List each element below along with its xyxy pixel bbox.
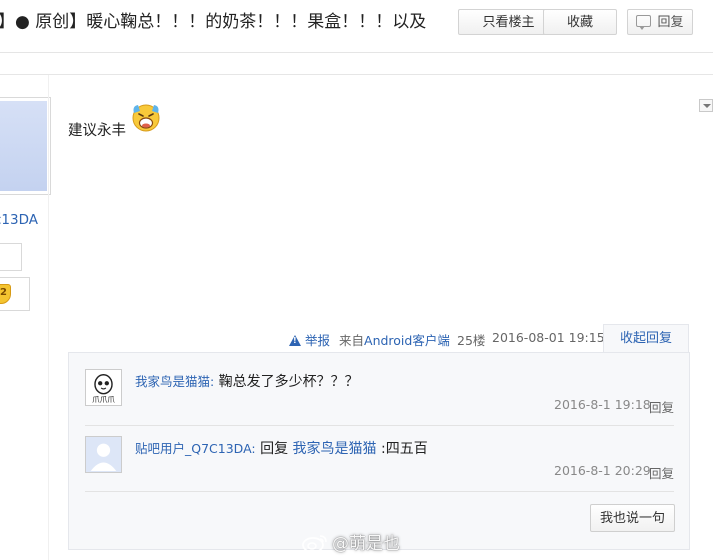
avatar-image — [0, 101, 47, 191]
weibo-logo-icon — [302, 535, 327, 553]
author-box — [0, 243, 22, 271]
source-prefix: 来自 — [339, 333, 365, 348]
favorite-button[interactable]: 收藏 — [543, 9, 617, 35]
crying-laughing-emoji-icon — [132, 104, 160, 132]
divider — [0, 74, 713, 75]
collapse-replies-tab[interactable]: 收起回复 — [603, 324, 689, 352]
thread-header: 】● 原创】暖心鞠总！！！的奶茶！！！果盒！！！以及 只看楼主 收藏 回复 — [0, 0, 713, 53]
reply-icon — [636, 15, 652, 30]
reply-button-label: 回复 — [657, 15, 684, 30]
report-label: 举报 — [305, 333, 331, 348]
comment-text-suffix: :四五百 — [376, 441, 428, 457]
floor-number: 25楼 — [457, 333, 486, 348]
comment-divider — [85, 425, 674, 426]
comment-user[interactable]: 贴吧用户_Q7C13DA: — [135, 441, 256, 456]
svg-text:爪爪爪: 爪爪爪 — [92, 395, 115, 404]
comment-1: 我家鸟是猫猫: 鞠总发了多少杯？？？ — [135, 371, 359, 391]
report-link[interactable]: 举报 — [289, 330, 330, 349]
level-container: 12 — [0, 277, 30, 311]
level-badge-icon[interactable]: 12 — [0, 284, 11, 304]
author-avatar[interactable] — [0, 97, 51, 195]
post-time: 2016-08-01 19:15 — [492, 330, 605, 345]
comment-mention-link[interactable]: 我家鸟是猫猫 — [293, 441, 377, 457]
comment-user[interactable]: 我家鸟是猫猫: — [135, 374, 214, 389]
comment-reply-link[interactable]: 回复 — [649, 463, 674, 482]
watermark-text: @萌是也 — [332, 534, 400, 554]
source-link[interactable]: Android客户端 — [364, 333, 450, 348]
post-content: 建议永丰 — [68, 123, 126, 139]
watermark: @萌是也 — [302, 529, 400, 554]
reply-button[interactable]: 回复 — [627, 9, 693, 35]
comment-2: 贴吧用户_Q7C13DA: 回复 我家鸟是猫猫 :四五百 — [135, 438, 428, 458]
comment-avatar-default[interactable] — [85, 436, 122, 473]
add-comment-button[interactable]: 我也说一句 — [590, 504, 675, 532]
comment-text: 鞠总发了多少杯？？？ — [214, 374, 359, 390]
comment-time: 2016-8-1 20:29 — [554, 463, 651, 478]
thread-title: 】● 原创】暖心鞠总！！！的奶茶！！！果盒！！！以及 — [0, 12, 427, 32]
comment-divider — [85, 491, 674, 492]
post-source: 来自Android客户端 — [339, 330, 450, 349]
comment-text: 回复 — [255, 441, 293, 457]
column-divider — [48, 75, 49, 560]
warning-icon — [289, 335, 301, 346]
comment-time: 2016-8-1 19:18 — [554, 397, 651, 412]
comment-avatar[interactable]: 爪爪爪 — [85, 369, 122, 406]
comment-reply-link[interactable]: 回复 — [649, 397, 674, 416]
post-options-dropdown-icon[interactable] — [699, 99, 713, 112]
author-name[interactable]: c13DA — [0, 212, 38, 228]
